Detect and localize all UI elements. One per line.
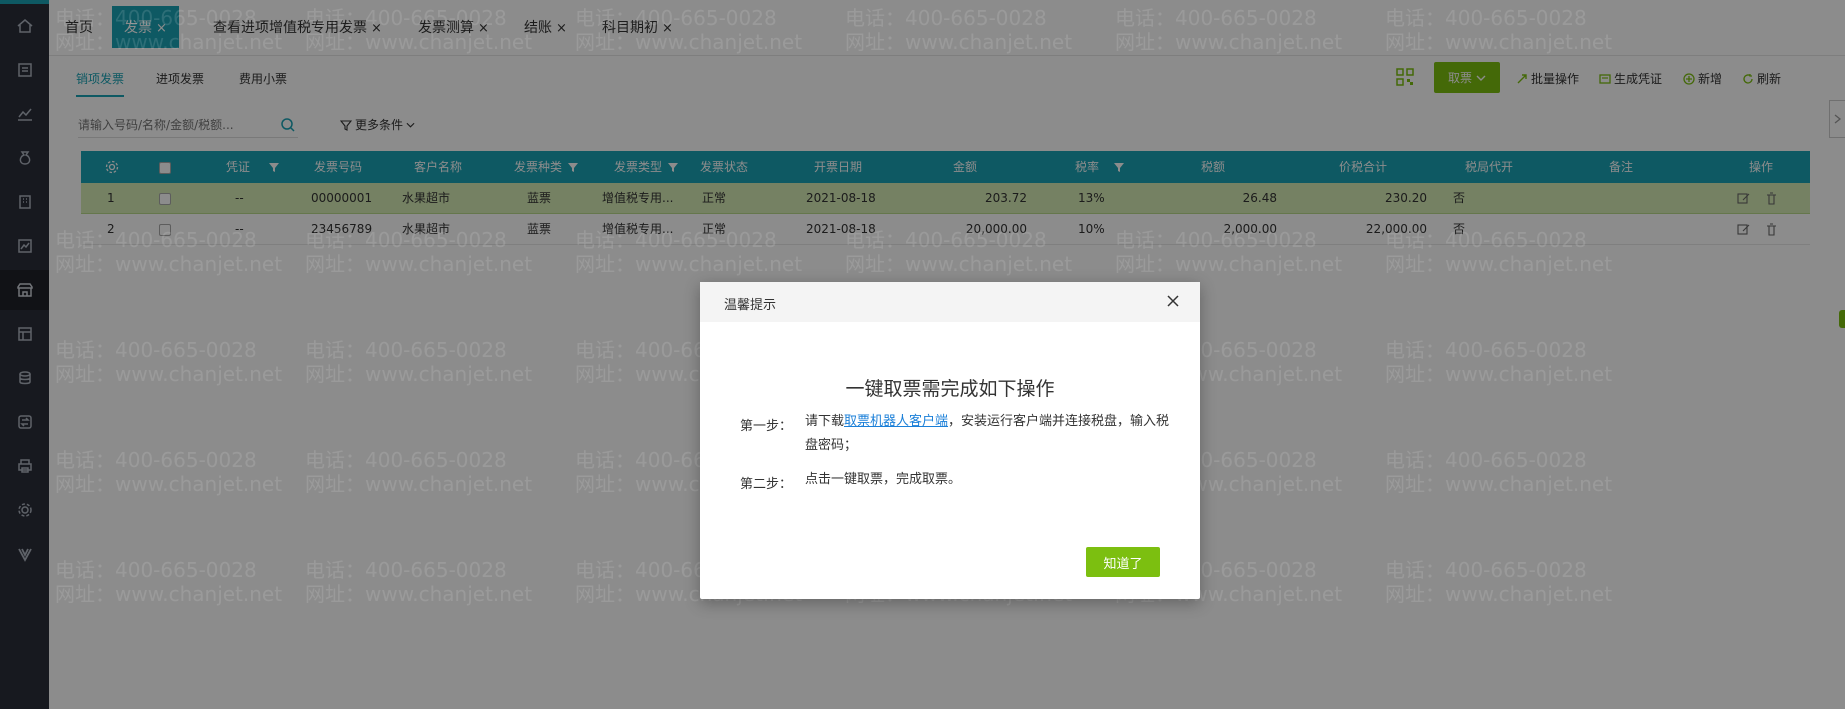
step1-prefix: 请下载 [805, 414, 845, 429]
step2-label: 第二步： [740, 477, 793, 492]
close-icon[interactable] [1166, 294, 1180, 308]
dialog-header: 温馨提示 [700, 282, 1200, 322]
dialog-title: 温馨提示 [724, 298, 777, 313]
step1-text: 请下载取票机器人客户端，安装运行客户端并连接税盘，输入税盘密码； [805, 410, 1175, 458]
got-it-button[interactable]: 知道了 [1086, 547, 1160, 577]
download-client-link[interactable]: 取票机器人客户端 [844, 414, 948, 429]
step1-label: 第一步： [740, 419, 793, 434]
step2-text: 点击一键取票，完成取票。 [805, 472, 962, 487]
dialog-heading: 一键取票需完成如下操作 [845, 378, 1055, 400]
tip-dialog: 温馨提示 一键取票需完成如下操作 第一步： 请下载取票机器人客户端，安装运行客户… [700, 282, 1200, 599]
